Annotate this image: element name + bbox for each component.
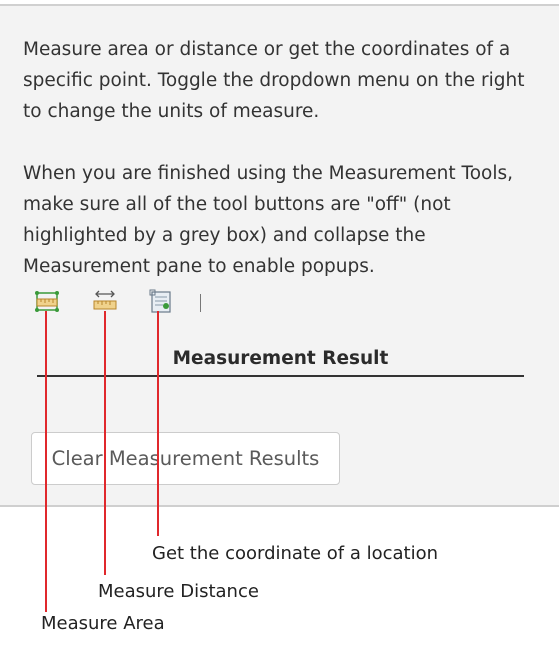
- area-callout-label: Measure Area: [41, 613, 165, 634]
- location-coordinate-button[interactable]: [147, 288, 175, 316]
- instructions-paragraph-2: When you are finished using the Measurem…: [23, 163, 513, 277]
- measurement-result-header: Measurement Result: [37, 343, 524, 377]
- measurement-instructions: Measure area or distance or get the coor…: [23, 34, 548, 282]
- location-callout-label: Get the coordinate of a location: [152, 543, 439, 564]
- units-dropdown-divider: [200, 294, 201, 312]
- location-callout-line: [157, 311, 159, 536]
- measure-area-icon: [33, 288, 61, 316]
- measure-distance-callout-line: [104, 311, 106, 575]
- clear-measurement-results-button[interactable]: Clear Measurement Results: [31, 432, 340, 485]
- distance-callout-label: Measure Distance: [98, 581, 259, 602]
- measurement-pane: Measure area or distance or get the coor…: [0, 4, 559, 507]
- instructions-paragraph-1: Measure area or distance or get the coor…: [23, 39, 525, 122]
- location-coordinate-icon: [147, 288, 175, 316]
- measure-area-button[interactable]: [33, 288, 61, 316]
- measure-area-callout-line: [45, 311, 47, 612]
